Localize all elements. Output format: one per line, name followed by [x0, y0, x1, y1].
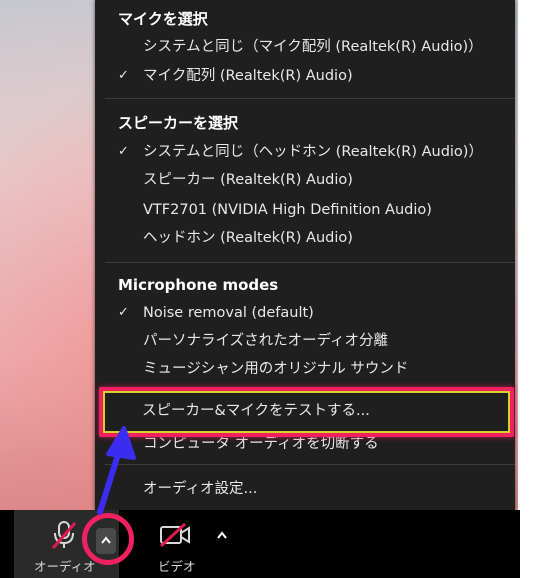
menu-item-label: ミュージシャン用のオリジナル サウンド	[143, 361, 409, 377]
menu-divider	[105, 464, 515, 465]
page-margin	[518, 0, 550, 578]
checkmark-icon: ✓	[118, 144, 129, 159]
mic-option-mic-array[interactable]: ✓ マイク配列 (Realtek(R) Audio)	[118, 63, 505, 89]
mic-modes-section-title: Microphone modes	[118, 276, 279, 294]
checkmark-icon: ✓	[118, 68, 129, 83]
test-speaker-mic-item[interactable]: スピーカー&マイクをテストする...	[118, 398, 505, 424]
mic-mode-personalized-isolation[interactable]: パーソナライズされたオーディオ分離	[118, 328, 505, 354]
chevron-up-icon	[217, 531, 227, 539]
checkmark-icon: ✓	[118, 305, 129, 320]
menu-item-label: Noise removal (default)	[143, 305, 314, 321]
mic-mode-original-sound[interactable]: ミュージシャン用のオリジナル サウンド	[118, 356, 505, 382]
disconnect-computer-audio-item[interactable]: コンピュータ オーディオを切断する	[118, 431, 505, 457]
meeting-toolbar: オーディオ ビデオ	[0, 510, 520, 578]
muted-video-icon	[159, 522, 190, 548]
mic-section-title: マイクを選択	[118, 10, 208, 28]
audio-label: オーディオ	[34, 559, 96, 574]
speaker-option-vtf2701[interactable]: VTF2701 (NVIDIA High Definition Audio)	[118, 197, 505, 223]
speaker-section-title: スピーカーを選択	[118, 114, 239, 132]
menu-item-label: スピーカー (Realtek(R) Audio)	[143, 172, 353, 188]
video-options-caret[interactable]	[212, 524, 232, 548]
audio-settings-item[interactable]: オーディオ設定...	[118, 476, 505, 502]
menu-item-label: ヘッドホン (Realtek(R) Audio)	[143, 230, 353, 246]
menu-divider	[105, 388, 515, 389]
menu-divider	[105, 262, 515, 263]
video-label: ビデオ	[158, 559, 196, 574]
speaker-option-system-default[interactable]: ✓ システムと同じ（ヘッドホン (Realtek(R) Audio)）	[118, 139, 505, 165]
menu-item-label: スピーカー&マイクをテストする...	[142, 403, 370, 419]
menu-item-label: コンピュータ オーディオを切断する	[143, 436, 379, 452]
menu-item-label: マイク配列 (Realtek(R) Audio)	[143, 68, 353, 84]
mic-mode-noise-removal[interactable]: ✓ Noise removal (default)	[118, 300, 505, 326]
video-button[interactable]: ビデオ	[150, 510, 210, 578]
caret-highlight-circle	[82, 513, 134, 565]
speaker-option-speaker[interactable]: スピーカー (Realtek(R) Audio)	[118, 167, 505, 193]
mic-option-system-default[interactable]: システムと同じ（マイク配列 (Realtek(R) Audio)）	[118, 34, 505, 60]
menu-item-label: システムと同じ（ヘッドホン (Realtek(R) Audio)）	[143, 144, 483, 160]
menu-item-label: オーディオ設定...	[143, 481, 258, 497]
menu-item-label: VTF2701 (NVIDIA High Definition Audio)	[143, 202, 432, 218]
menu-divider	[105, 98, 515, 99]
menu-item-label: パーソナライズされたオーディオ分離	[143, 333, 389, 349]
muted-mic-icon	[51, 521, 77, 549]
menu-item-label: システムと同じ（マイク配列 (Realtek(R) Audio)）	[143, 39, 483, 55]
audio-options-menu: マイクを選択 システムと同じ（マイク配列 (Realtek(R) Audio)）…	[95, 0, 515, 510]
speaker-option-headphones[interactable]: ヘッドホン (Realtek(R) Audio)	[118, 225, 505, 251]
